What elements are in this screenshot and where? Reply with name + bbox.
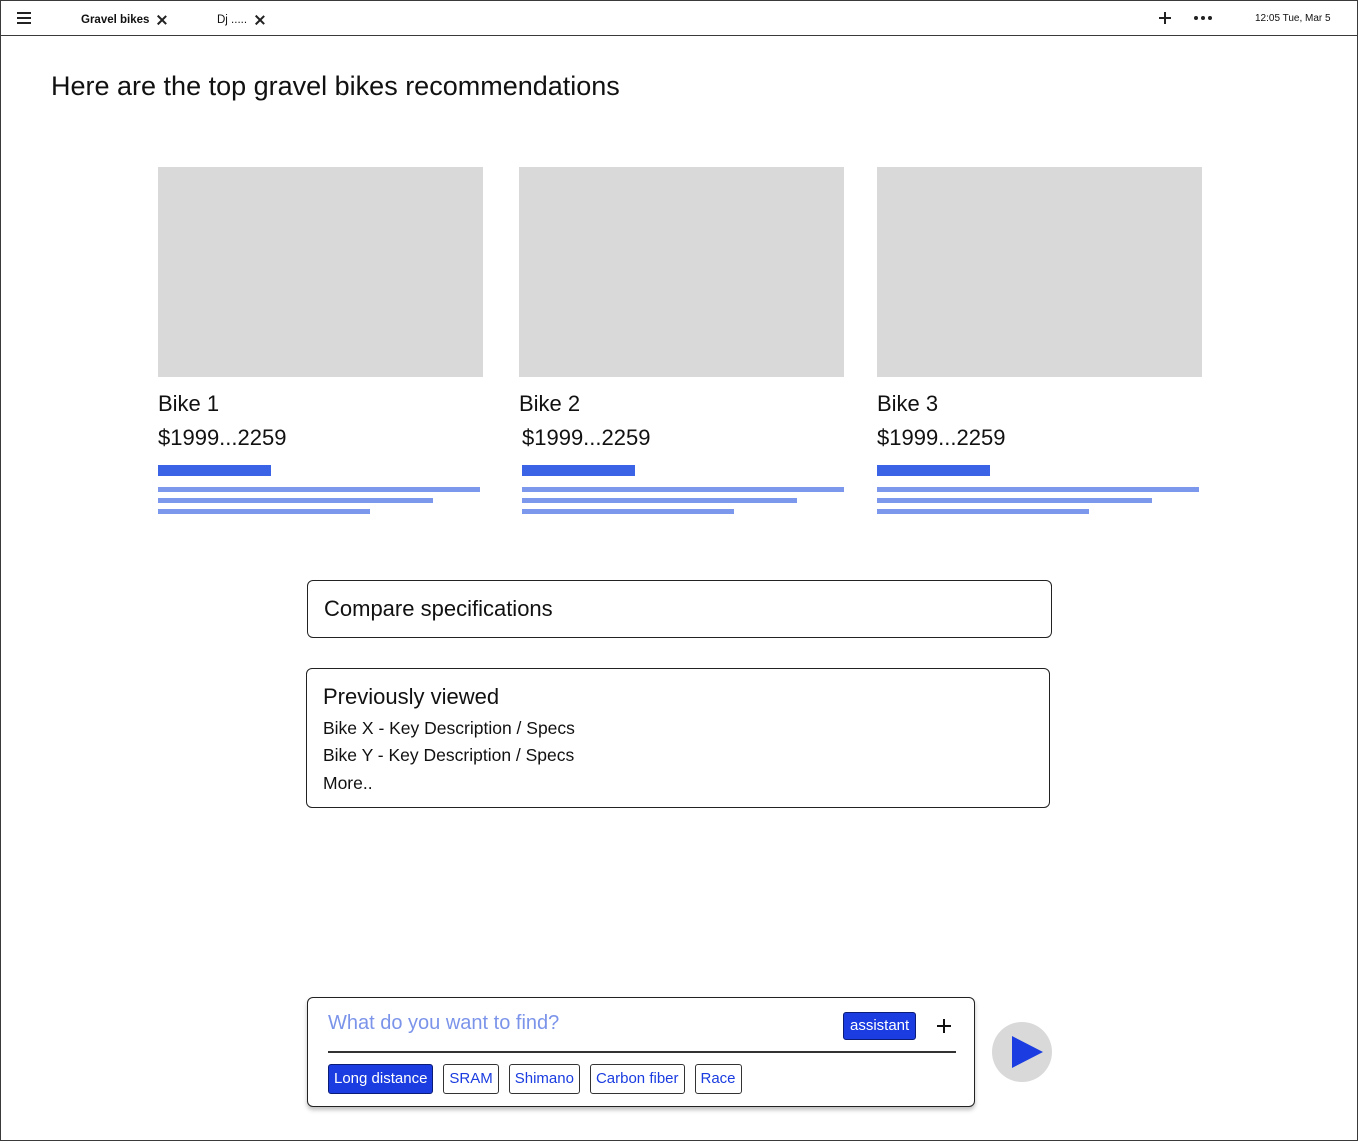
skeleton-text-line xyxy=(522,509,734,514)
previously-viewed-item[interactable]: Bike Y - Key Description / Specs xyxy=(323,745,574,766)
chip-long-distance[interactable]: Long distance xyxy=(328,1064,434,1094)
chip-race[interactable]: Race xyxy=(694,1064,742,1094)
tab-gravel-bikes[interactable]: Gravel bikes xyxy=(81,11,167,29)
skeleton-text-line xyxy=(158,509,370,514)
bike-image-placeholder[interactable] xyxy=(519,167,844,377)
close-icon[interactable] xyxy=(255,15,265,25)
previously-viewed-title: Previously viewed xyxy=(323,684,500,709)
clock: 12:05 Tue, Mar 5 xyxy=(1255,13,1331,24)
chip-carbon-fiber[interactable]: Carbon fiber xyxy=(589,1064,685,1094)
skeleton-text-line xyxy=(877,498,1152,503)
page-title: Here are the top gravel bikes recommenda… xyxy=(51,71,620,101)
close-icon[interactable] xyxy=(157,15,167,25)
tab-label: Dj ..... xyxy=(217,14,248,26)
tab-label: Gravel bikes xyxy=(81,14,150,26)
skeleton-text-line xyxy=(877,509,1089,514)
skeleton-text-line xyxy=(522,487,844,492)
search-input[interactable] xyxy=(328,1008,828,1038)
previously-viewed-panel: Previously viewed Bike X - Key Descripti… xyxy=(306,668,1050,808)
divider xyxy=(328,1051,956,1053)
bike-price: $1999...2259 xyxy=(158,425,287,450)
hamburger-menu-icon[interactable] xyxy=(17,12,31,25)
assistant-button[interactable]: assistant xyxy=(843,1012,917,1040)
bike-image-placeholder[interactable] xyxy=(877,167,1202,377)
skeleton-label-bar xyxy=(877,465,990,476)
skeleton-text-line xyxy=(877,487,1199,492)
filter-chips: Long distance SRAM Shimano Carbon fiber … xyxy=(328,1064,742,1094)
bike-name: Bike 1 xyxy=(158,391,220,416)
new-tab-plus-icon[interactable] xyxy=(1159,12,1171,24)
previously-viewed-item[interactable]: Bike X - Key Description / Specs xyxy=(323,718,575,739)
compare-specifications-button[interactable]: Compare specifications xyxy=(307,580,1052,638)
skeleton-label-bar xyxy=(522,465,635,476)
bike-card[interactable]: Bike 1 $1999...2259 xyxy=(158,167,484,514)
skeleton-text-line xyxy=(158,487,480,492)
chip-sram[interactable]: SRAM xyxy=(443,1064,499,1094)
more-link[interactable]: More.. xyxy=(323,773,373,794)
bike-image-placeholder[interactable] xyxy=(158,167,483,377)
skeleton-text-line xyxy=(522,498,797,503)
search-panel: assistant Long distance SRAM Shimano Car… xyxy=(307,997,975,1107)
app-window: Gravel bikes Dj ..... 12:05 Tue, Mar 5 H… xyxy=(0,0,1358,1141)
skeleton-text-line xyxy=(158,498,433,503)
top-bar: Gravel bikes Dj ..... 12:05 Tue, Mar 5 xyxy=(1,1,1357,36)
bike-name: Bike 3 xyxy=(877,391,939,416)
more-options-icon[interactable] xyxy=(1194,16,1212,20)
send-button[interactable] xyxy=(992,1022,1052,1082)
play-icon xyxy=(1012,1036,1043,1068)
tab-dj[interactable]: Dj ..... xyxy=(217,11,265,29)
bike-card[interactable]: Bike 2 $1999...2259 xyxy=(519,167,845,514)
bike-price: $1999...2259 xyxy=(877,425,1006,450)
bike-price: $1999...2259 xyxy=(522,425,651,450)
add-plus-icon[interactable] xyxy=(937,1019,951,1033)
chip-shimano[interactable]: Shimano xyxy=(508,1064,580,1094)
skeleton-label-bar xyxy=(158,465,271,476)
bike-name: Bike 2 xyxy=(519,391,581,416)
bike-card[interactable]: Bike 3 $1999...2259 xyxy=(877,167,1203,514)
compare-label: Compare specifications xyxy=(324,596,553,621)
